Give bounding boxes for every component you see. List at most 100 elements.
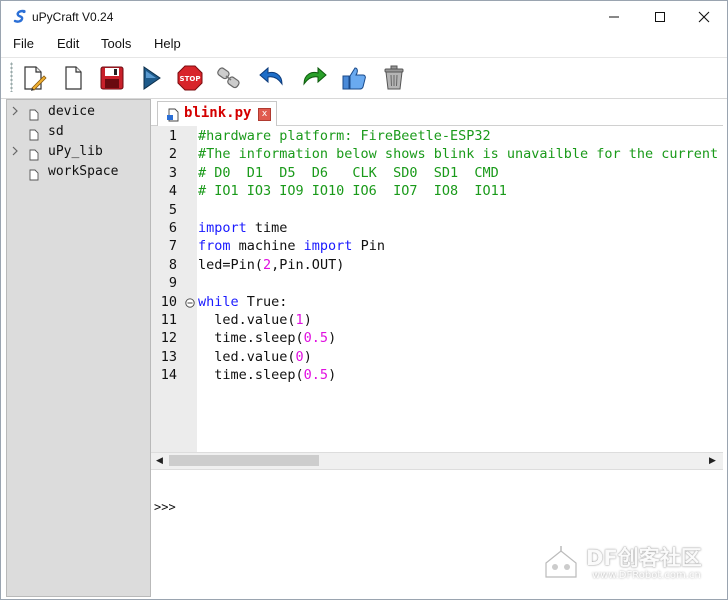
code-token: Pin bbox=[352, 238, 385, 255]
code-token: 1 bbox=[295, 312, 304, 328]
svg-text:STOP: STOP bbox=[180, 75, 201, 83]
code-token: ) bbox=[328, 367, 337, 384]
tab-strip: blink.py x bbox=[151, 99, 723, 126]
line-number: 10 bbox=[160, 293, 177, 310]
file-icon bbox=[29, 106, 39, 121]
code-token: 0.5 bbox=[303, 367, 329, 384]
code-line: import time bbox=[198, 220, 287, 238]
code-token: import bbox=[198, 220, 247, 236]
code-token: led.value( bbox=[198, 312, 296, 328]
code-token: time.sleep( bbox=[198, 367, 304, 384]
save-button[interactable] bbox=[96, 62, 128, 94]
line-number: 7 bbox=[168, 238, 177, 255]
code-editor[interactable]: #hardware platform: FireBeetle-ESP32 #The… bbox=[197, 126, 723, 452]
open-file-icon bbox=[65, 66, 82, 90]
code-token: #hardware platform: FireBeetle-ESP32 bbox=[198, 128, 491, 144]
stop-button[interactable]: STOP bbox=[174, 62, 206, 94]
code-line: led.value(0) bbox=[198, 349, 312, 367]
code-token: from bbox=[198, 238, 231, 255]
code-token: # D0 D1 D5 D6 CLK SD0 SD1 CMD bbox=[198, 164, 499, 181]
code-token: led.value( bbox=[198, 348, 296, 365]
tree-item-upy-lib[interactable]: uPy_lib bbox=[7, 142, 147, 162]
code-line: from machine import Pin bbox=[198, 238, 385, 256]
close-icon bbox=[698, 11, 710, 23]
toolbar: STOP bbox=[1, 57, 727, 99]
line-number: 5 bbox=[168, 201, 177, 218]
maximize-icon bbox=[655, 12, 665, 22]
dfrobot-logo-icon bbox=[540, 545, 582, 589]
scrollbar-thumb[interactable] bbox=[169, 455, 319, 466]
tree-item-label: sd bbox=[48, 124, 64, 139]
tree-item-label: device bbox=[48, 104, 95, 119]
watermark: DF创客社区 www.DFRobot.com.cn bbox=[540, 540, 725, 590]
chevron-right-icon[interactable] bbox=[11, 106, 21, 118]
redo-icon bbox=[303, 66, 327, 86]
line-number: 12 bbox=[160, 330, 177, 347]
menu-bar: File Edit Tools Help bbox=[1, 33, 727, 55]
line-number-gutter: 1 2 3 4 5 6 7 8 9 10 11 12 13 14 bbox=[151, 126, 197, 452]
minimize-icon bbox=[609, 16, 619, 18]
undo-button[interactable] bbox=[256, 62, 288, 94]
trash-button[interactable] bbox=[378, 62, 410, 94]
connect-button[interactable] bbox=[213, 62, 245, 94]
tree-item-workspace[interactable]: workSpace bbox=[7, 162, 147, 182]
run-button[interactable] bbox=[135, 62, 167, 94]
watermark-title: DF创客社区 bbox=[586, 546, 702, 570]
code-token: time bbox=[246, 220, 288, 236]
code-line: led.value(1) bbox=[198, 312, 312, 330]
tab-close-button[interactable]: x bbox=[258, 108, 271, 121]
code-line: time.sleep(0.5) bbox=[198, 367, 336, 385]
code-token: led=Pin( bbox=[198, 256, 264, 273]
code-token: ) bbox=[303, 348, 312, 365]
stop-icon: STOP bbox=[177, 65, 203, 91]
menu-edit[interactable]: Edit bbox=[57, 36, 79, 51]
tree-item-label: uPy_lib bbox=[48, 144, 103, 159]
scroll-left-icon[interactable]: ◀ bbox=[156, 456, 163, 466]
line-number: 2 bbox=[168, 146, 177, 163]
tree-item-label: workSpace bbox=[48, 164, 119, 179]
file-icon bbox=[29, 166, 39, 181]
tree-item-sd[interactable]: sd bbox=[7, 122, 147, 142]
code-token: time.sleep( bbox=[198, 330, 304, 347]
file-icon bbox=[29, 126, 39, 141]
close-button[interactable] bbox=[681, 1, 727, 33]
tree-item-device[interactable]: device bbox=[7, 102, 147, 122]
line-number: 14 bbox=[160, 367, 177, 384]
redo-button[interactable] bbox=[298, 62, 330, 94]
menu-file[interactable]: File bbox=[13, 36, 34, 51]
tab-blink-py[interactable]: blink.py x bbox=[157, 101, 277, 126]
new-file-button[interactable] bbox=[18, 62, 50, 94]
code-line: led=Pin(2,Pin.OUT) bbox=[198, 257, 344, 275]
python-file-icon bbox=[166, 107, 180, 126]
code-token: machine bbox=[230, 238, 304, 255]
horizontal-scrollbar[interactable]: ◀ ▶ bbox=[151, 452, 723, 470]
line-number: 3 bbox=[168, 164, 177, 181]
menu-help[interactable]: Help bbox=[154, 36, 181, 51]
maximize-button[interactable] bbox=[637, 1, 683, 33]
line-number: 9 bbox=[168, 275, 177, 292]
code-line: #The information below shows blink is un… bbox=[198, 146, 723, 164]
run-icon bbox=[143, 66, 161, 90]
scroll-right-icon[interactable]: ▶ bbox=[709, 456, 716, 466]
code-token: ) bbox=[328, 330, 337, 347]
chevron-right-icon[interactable] bbox=[11, 146, 21, 158]
watermark-url: www.DFRobot.com.cn bbox=[592, 570, 701, 581]
menu-tools[interactable]: Tools bbox=[101, 36, 131, 51]
minimize-button[interactable] bbox=[591, 1, 637, 33]
toolbar-grip[interactable] bbox=[10, 62, 13, 92]
thumbs-up-icon bbox=[342, 67, 366, 90]
code-token: 0.5 bbox=[303, 330, 329, 347]
code-token: ) bbox=[303, 312, 312, 328]
line-number: 13 bbox=[160, 348, 177, 365]
code-token: import bbox=[303, 238, 353, 255]
code-token: True: bbox=[238, 293, 288, 310]
code-token: # IO1 IO3 IO9 IO10 IO6 IO7 IO8 IO11 bbox=[198, 183, 507, 200]
fold-collapse-icon[interactable] bbox=[185, 297, 195, 308]
thumbs-up-button[interactable] bbox=[338, 62, 370, 94]
undo-icon bbox=[259, 66, 283, 86]
open-file-button[interactable] bbox=[57, 62, 89, 94]
code-token: #The information below shows blink is un… bbox=[198, 146, 719, 163]
code-token: while bbox=[198, 293, 239, 310]
connect-icon bbox=[217, 67, 240, 89]
code-line: # IO1 IO3 IO9 IO10 IO6 IO7 IO8 IO11 bbox=[198, 183, 507, 201]
